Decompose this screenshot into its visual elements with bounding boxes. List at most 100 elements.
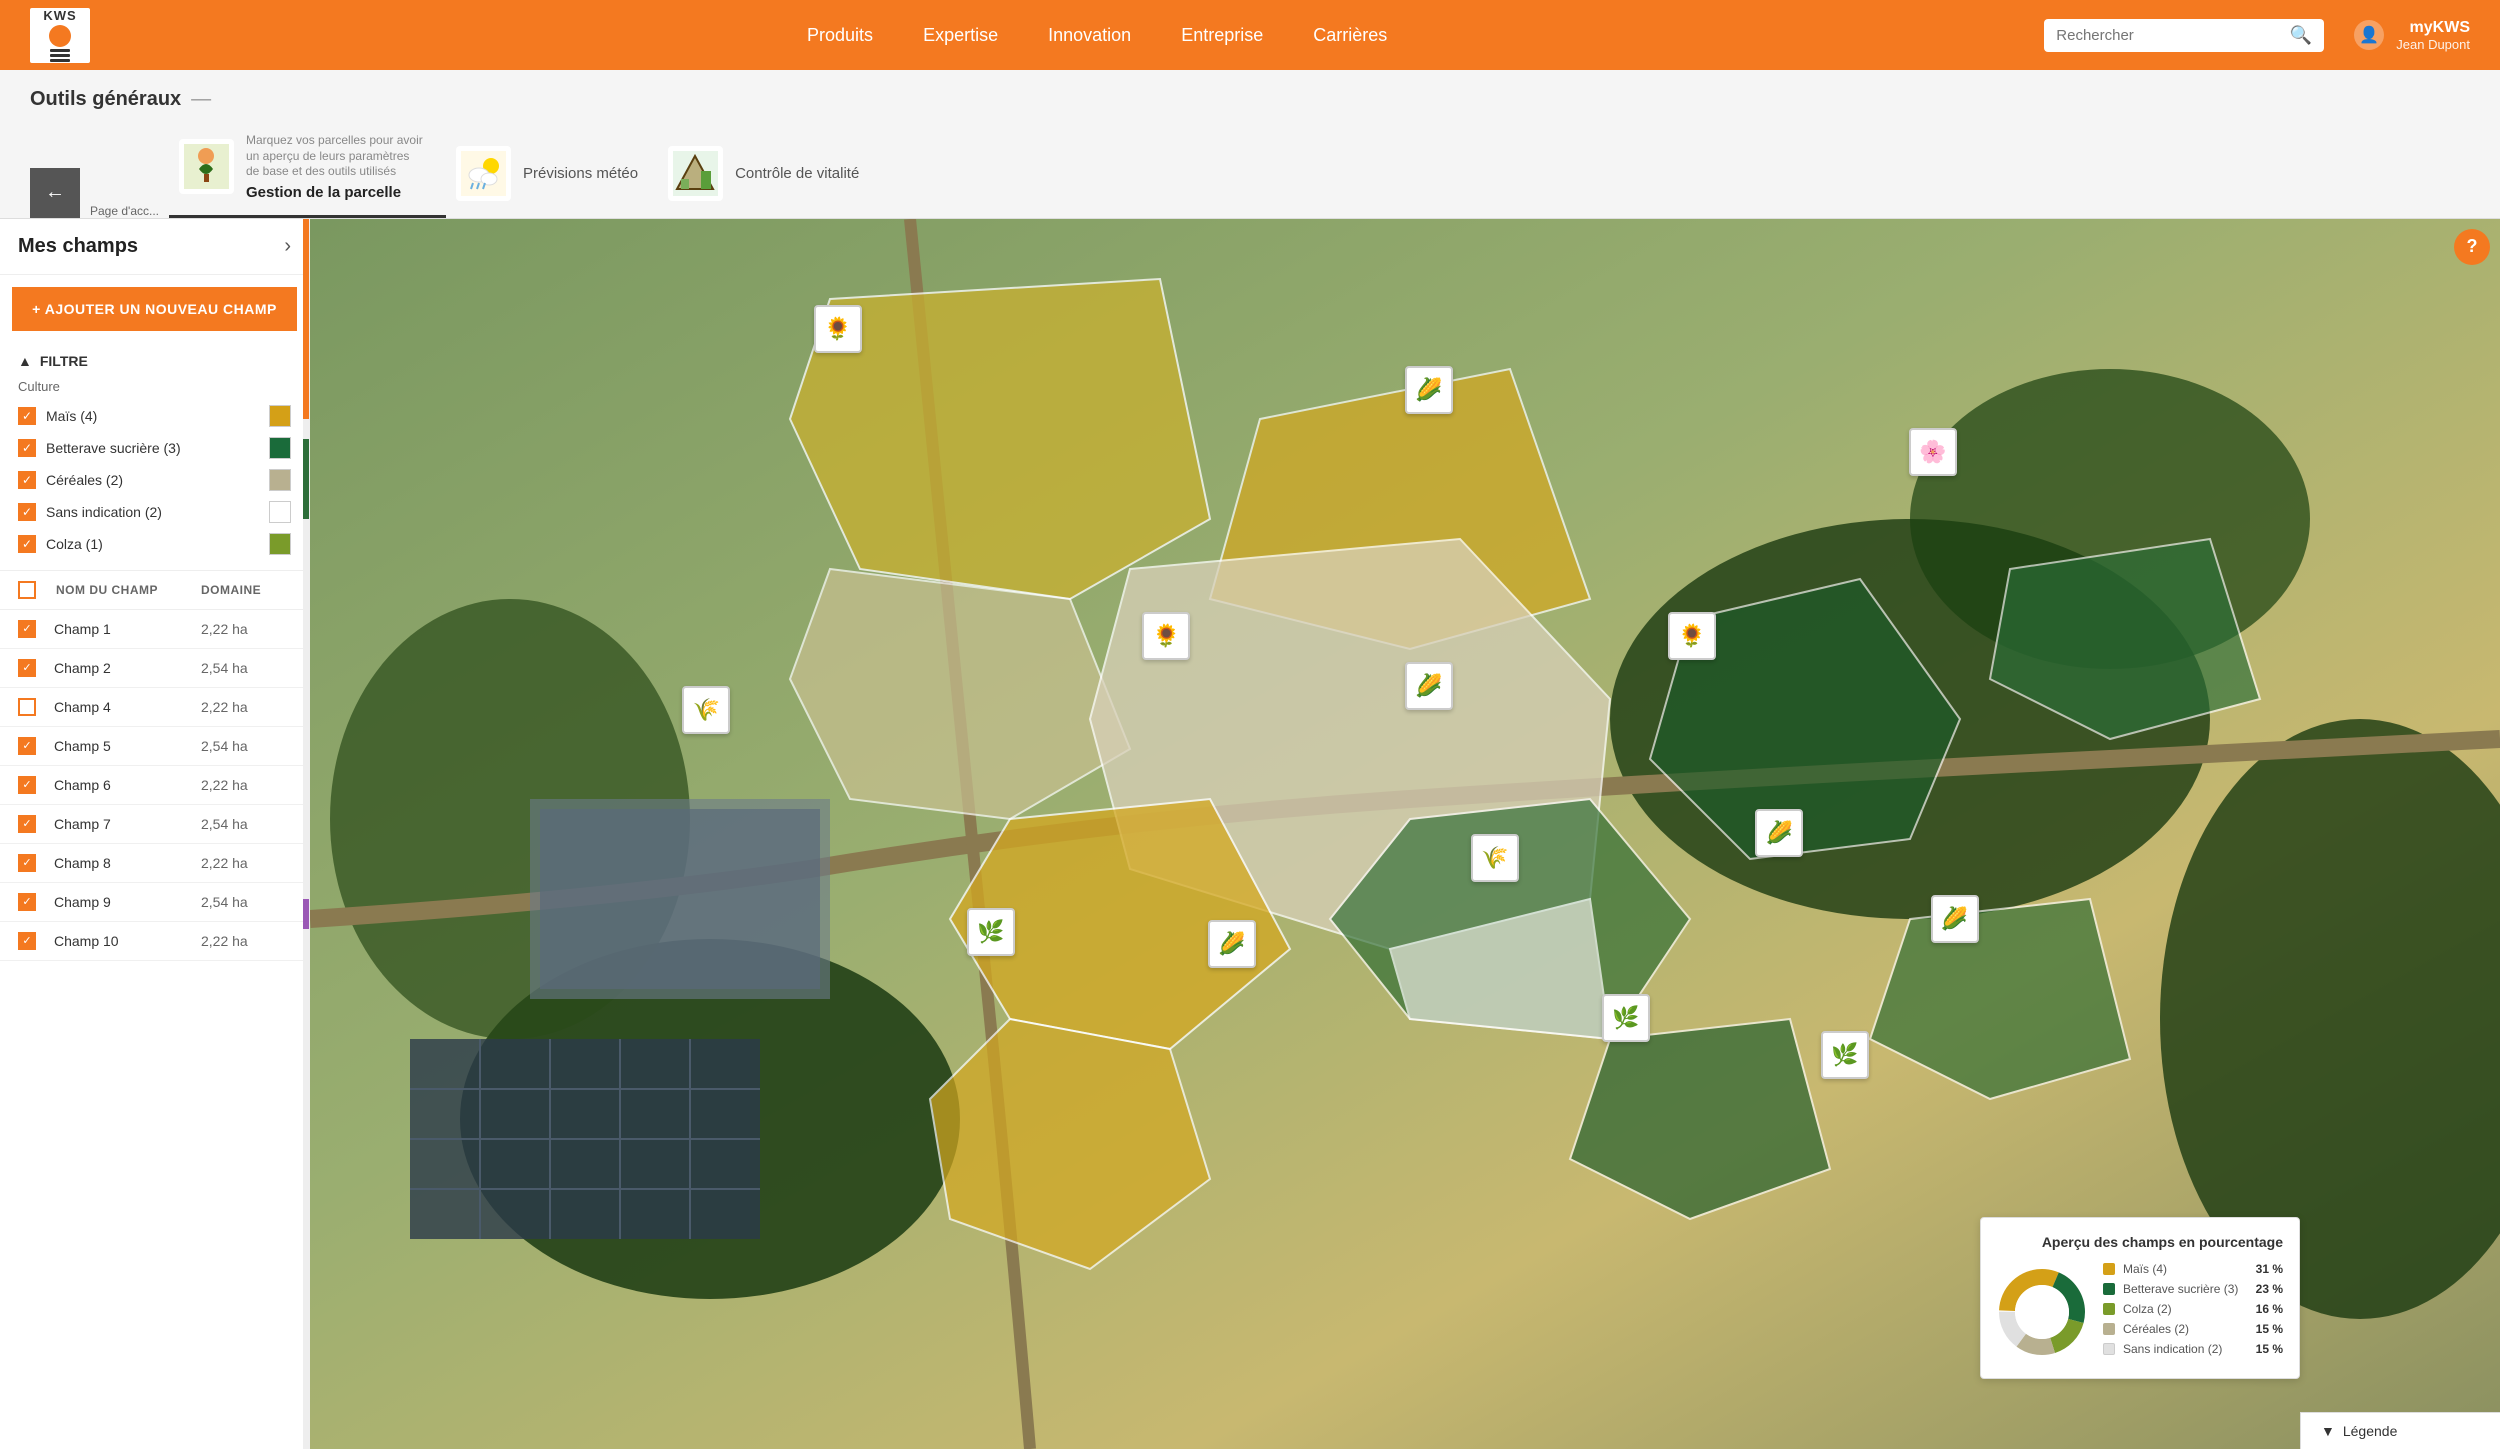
map-legend-bar[interactable]: ▼ Légende [2300,1412,2500,1449]
table-row[interactable]: ✓ Champ 7 2,54 ha [0,805,309,844]
filter-checkbox-colza[interactable]: ✓ [18,535,36,553]
table-row[interactable]: ✓ Champ 1 2,22 ha [0,610,309,649]
map-area: 🌻 🌽 🌾 🌻 🌽 🌾 🌿 🌽 🌸 🌻 🌽 🌿 🌿 🌽 ? Aperçu des… [310,219,2500,1449]
field-marker-10[interactable]: 🌻 [1668,612,1716,660]
tab-meteo-icon-box [456,146,511,201]
row-checkbox-champ10[interactable]: ✓ [18,932,36,950]
row-checkbox-champ4[interactable] [18,698,36,716]
row-checkbox-champ9[interactable]: ✓ [18,893,36,911]
filter-label-sans-indication: Sans indication (2) [46,504,259,520]
search-bar[interactable]: 🔍 [2044,19,2324,52]
chart-content: Maïs (4) 31 % Betterave sucrière (3) 23 … [1997,1262,2283,1362]
chart-title: Aperçu des champs en pourcentage [1997,1234,2283,1250]
row-checkbox-champ6[interactable]: ✓ [18,776,36,794]
field-marker-8[interactable]: 🌽 [1208,920,1256,968]
row-name-champ7: Champ 7 [54,816,191,832]
row-checkbox-champ8[interactable]: ✓ [18,854,36,872]
row-checkbox-champ5[interactable]: ✓ [18,737,36,755]
row-checkbox-champ2[interactable]: ✓ [18,659,36,677]
nav-expertise[interactable]: Expertise [923,25,998,46]
help-button[interactable]: ? [2454,229,2490,265]
table-row[interactable]: ✓ Champ 6 2,22 ha [0,766,309,805]
field-marker-2[interactable]: 🌽 [1405,366,1453,414]
row-checkmark-champ9: ✓ [22,895,31,908]
nav-entreprise[interactable]: Entreprise [1181,25,1263,46]
filter-culture-label: Culture [18,379,291,394]
row-checkmark-champ8: ✓ [22,856,31,869]
donut-chart [1997,1267,2087,1357]
table-row[interactable]: ✓ Champ 5 2,54 ha [0,727,309,766]
field-marker-14[interactable]: 🌽 [1931,895,1979,943]
filter-checkbox-sans-indication[interactable]: ✓ [18,503,36,521]
sidebar-chevron-icon[interactable]: › [284,235,291,258]
row-name-champ5: Champ 5 [54,738,191,754]
legend-label-sans-indication: Sans indication (2) [2123,1342,2248,1356]
row-checkbox-champ1[interactable]: ✓ [18,620,36,638]
sidebar-header: Mes champs › [0,219,309,275]
aerial-map[interactable]: 🌻 🌽 🌾 🌻 🌽 🌾 🌿 🌽 🌸 🌻 🌽 🌿 🌿 🌽 ? Aperçu des… [310,219,2500,1449]
legend-chevron-icon: ▼ [2321,1423,2335,1439]
field-marker-5[interactable]: 🌽 [1405,662,1453,710]
field-marker-1[interactable]: 🌻 [814,305,862,353]
filter-label-mais: Maïs (4) [46,408,259,424]
row-checkmark-champ6: ✓ [22,778,31,791]
scroll-thumb-purple [303,899,309,929]
nav-innovation[interactable]: Innovation [1048,25,1131,46]
toolbar-title: Outils généraux — [30,88,2470,111]
user-info: myKWS Jean Dupont [2396,19,2470,52]
back-icon: ← [45,181,65,204]
field-marker-7[interactable]: 🌿 [967,908,1015,956]
legend-dot-cereales [2103,1323,2115,1335]
filter-checkbox-mais[interactable]: ✓ [18,407,36,425]
field-marker-9[interactable]: 🌸 [1909,428,1957,476]
field-marker-4[interactable]: 🌻 [1142,612,1190,660]
table-row[interactable]: ✓ Champ 2 2,54 ha [0,649,309,688]
row-domain-champ5: 2,54 ha [201,738,291,754]
table-row[interactable]: Champ 4 2,22 ha [0,688,309,727]
table-header-checkbox[interactable] [18,581,36,599]
filter-checkbox-betterave[interactable]: ✓ [18,439,36,457]
logo-text: KWS [43,8,76,23]
tab-meteo[interactable]: Prévisions météo [446,136,658,218]
table-row[interactable]: ✓ Champ 10 2,22 ha [0,922,309,961]
tab-vitalite[interactable]: Contrôle de vitalité [658,136,879,218]
filter-checkbox-cereales[interactable]: ✓ [18,471,36,489]
legend-pct-mais: 31 % [2256,1262,2283,1276]
filter-row-sans-indication: ✓ Sans indication (2) [18,496,291,528]
field-marker-13[interactable]: 🌿 [1821,1031,1869,1079]
row-checkmark-champ5: ✓ [22,739,31,752]
legend-row-mais: Maïs (4) 31 % [2103,1262,2283,1276]
field-marker-3[interactable]: 🌾 [682,686,730,734]
table-row[interactable]: ✓ Champ 9 2,54 ha [0,883,309,922]
logo-circle [49,25,71,47]
legend-pct-betterave: 23 % [2256,1282,2283,1296]
nav-produits[interactable]: Produits [807,25,873,46]
main-content: Mes champs › + AJOUTER UN NOUVEAU CHAMP … [0,219,2500,1449]
tab-gestion[interactable]: Marquez vos parcelles pour avoir un aper… [169,123,446,218]
field-marker-11[interactable]: 🌽 [1755,809,1803,857]
row-checkbox-champ7[interactable]: ✓ [18,815,36,833]
nav-carrieres[interactable]: Carrières [1313,25,1387,46]
filter-row-cereales: ✓ Céréales (2) [18,464,291,496]
filter-header[interactable]: ▲ FILTRE [18,353,291,369]
user-avatar-icon: 👤 [2354,20,2384,50]
field-marker-6[interactable]: 🌾 [1471,834,1519,882]
tab-meteo-icon [461,151,506,196]
table-row[interactable]: ✓ Champ 8 2,22 ha [0,844,309,883]
search-input[interactable] [2056,27,2290,44]
table-header: NOM DU CHAMP DOMAINE [0,571,309,610]
row-checkmark-champ10: ✓ [22,934,31,947]
row-domain-champ6: 2,22 ha [201,777,291,793]
back-button[interactable]: ← [30,168,80,218]
row-checkmark-champ1: ✓ [22,622,31,635]
scroll-thumb-yellow [303,219,309,419]
sidebar-title: Mes champs [18,235,138,258]
field-marker-12[interactable]: 🌿 [1602,994,1650,1042]
add-field-button[interactable]: + AJOUTER UN NOUVEAU CHAMP [12,287,297,331]
user-app-name: myKWS [2396,19,2470,37]
logo-line-2 [50,54,70,57]
row-domain-champ8: 2,22 ha [201,855,291,871]
row-name-champ8: Champ 8 [54,855,191,871]
legend-row-betterave: Betterave sucrière (3) 23 % [2103,1282,2283,1296]
tab-back-page[interactable]: Page d'acc... [90,200,169,218]
